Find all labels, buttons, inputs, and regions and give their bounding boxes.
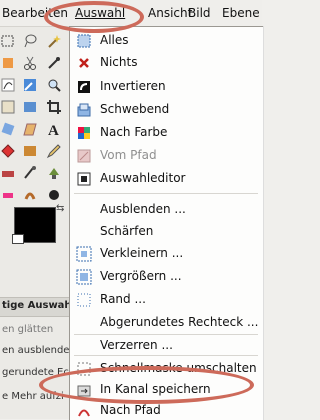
crop-icon[interactable] [46, 99, 62, 115]
perspective-icon[interactable] [22, 121, 38, 137]
foreground-select-icon[interactable] [46, 55, 62, 71]
align-icon[interactable] [22, 99, 38, 115]
dodge-burn-icon[interactable] [46, 187, 62, 203]
pencil-icon[interactable] [46, 143, 62, 159]
float-icon [77, 103, 91, 117]
menu-item-auswahleditor[interactable]: Auswahleditor [100, 171, 186, 185]
tool-options-tab[interactable]: tige Auswahl [0, 297, 70, 317]
move-icon[interactable] [0, 99, 16, 115]
airbrush-icon[interactable] [0, 165, 16, 181]
menu-item-ausblenden[interactable]: Ausblenden ... [100, 202, 186, 216]
menu-item-rand[interactable]: Rand ... [100, 292, 146, 306]
selection-editor-icon [77, 172, 91, 186]
fuzzy-select-icon[interactable] [46, 33, 62, 49]
menu-item-verkleinern[interactable]: Verkleinern ... [100, 246, 183, 260]
grow-icon [76, 269, 92, 285]
select-none-icon [79, 58, 89, 68]
menu-bild[interactable]: Bild [188, 6, 211, 20]
menu-separator [74, 355, 258, 356]
menu-separator [74, 193, 258, 194]
by-color-tool-icon[interactable] [0, 55, 16, 71]
menu-item-abgerundetes-rechteck[interactable]: Abgerundetes Rechteck ... [100, 315, 258, 329]
tool-options-title: tige Auswahl [2, 300, 70, 311]
menu-item-schwebend[interactable]: Schwebend [100, 102, 169, 116]
smudge-icon[interactable] [22, 187, 38, 203]
menu-item-schaerfen[interactable]: Schärfen [100, 224, 153, 238]
background-color-swatch[interactable] [12, 234, 24, 244]
text-icon[interactable]: A [46, 121, 62, 137]
invert-icon [78, 81, 90, 93]
toolbox: A ⇆ tige Auswahl en glätten en ausblende… [0, 27, 70, 419]
scissors-icon[interactable] [22, 55, 38, 71]
select-all-icon [77, 34, 91, 48]
shrink-icon [76, 246, 92, 262]
zoom-icon[interactable] [46, 77, 62, 93]
swap-colors-icon[interactable]: ⇆ [56, 203, 64, 214]
menu-item-vergroessern[interactable]: Vergrößern ... [100, 269, 182, 283]
color-picker-icon[interactable] [22, 77, 38, 93]
border-icon [77, 293, 91, 307]
svg-text:A: A [48, 123, 59, 137]
from-path-icon [77, 149, 91, 163]
menu-item-nach-farbe[interactable]: Nach Farbe [100, 125, 167, 139]
bucket-fill-icon[interactable] [0, 143, 16, 159]
menu-ansicht[interactable]: Ansicht [148, 6, 192, 20]
menu-item-nach-pfad[interactable]: Nach Pfad [100, 403, 161, 417]
menu-item-alles[interactable]: Alles [100, 33, 129, 47]
to-path-icon [78, 409, 90, 417]
blend-icon[interactable] [22, 143, 38, 159]
heal-icon[interactable] [0, 187, 16, 203]
menu-item-vom-pfad: Vom Pfad [100, 148, 157, 162]
ink-icon[interactable] [22, 165, 38, 181]
rect-select-icon[interactable] [0, 33, 16, 49]
menu-item-nichts[interactable]: Nichts [100, 55, 137, 69]
paths-icon[interactable] [0, 77, 16, 93]
by-color-icon [78, 127, 90, 139]
option-feather: en ausblenden [2, 345, 70, 356]
menu-ebene[interactable]: Ebene [222, 6, 260, 20]
option-antialias: en glätten [2, 324, 54, 335]
menu-item-invertieren[interactable]: Invertieren [100, 79, 166, 93]
auswahl-menu: Alles Nichts Invertieren Schwebend Nach … [69, 26, 263, 420]
clone-icon[interactable] [46, 165, 62, 181]
annotation-ellipse-kanal [39, 366, 254, 404]
rotate-icon[interactable] [0, 121, 16, 137]
menu-item-verzerren[interactable]: Verzerren ... [100, 338, 173, 352]
annotation-ellipse-auswahl [44, 1, 144, 33]
lasso-icon[interactable] [22, 33, 38, 49]
menu-separator [74, 334, 258, 335]
